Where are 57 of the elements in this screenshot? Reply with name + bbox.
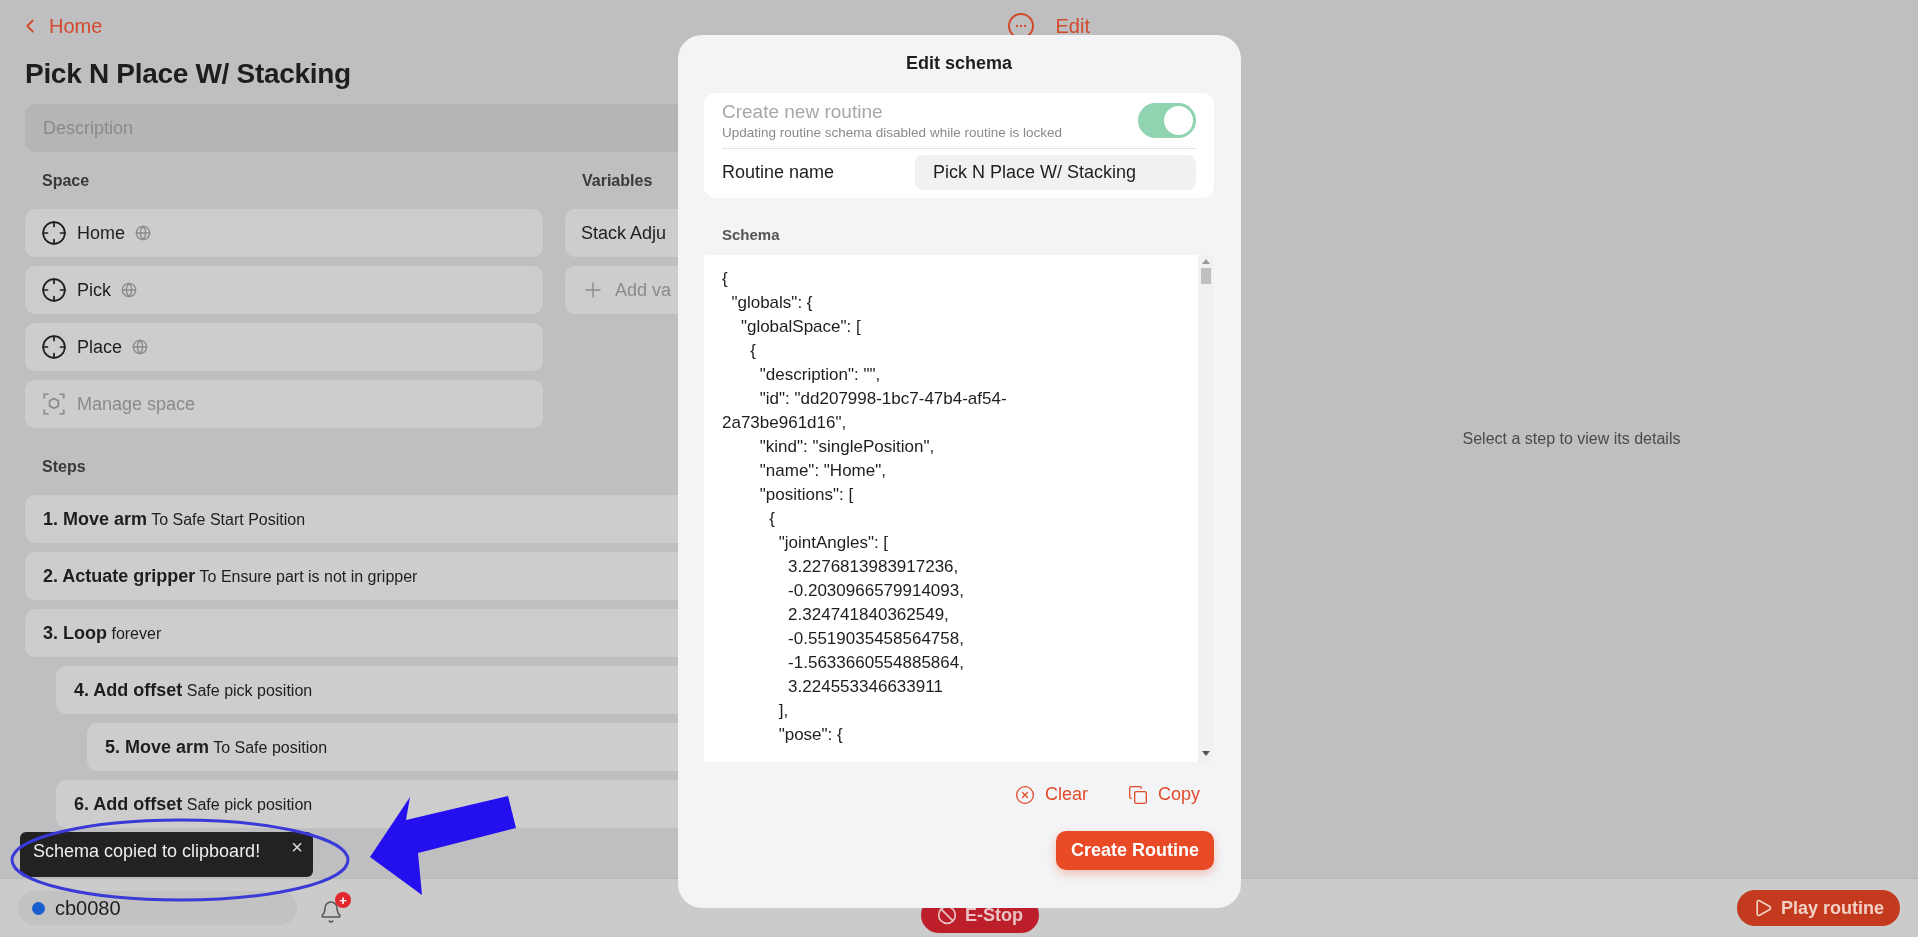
- routine-title: Pick N Place W/ Stacking: [25, 58, 351, 90]
- space-item[interactable]: Place: [25, 323, 543, 371]
- globe-icon: [135, 225, 151, 241]
- code-line: "globals": {: [730, 292, 814, 314]
- code-line: "globalSpace": [: [739, 316, 862, 338]
- space-item[interactable]: Home: [25, 209, 543, 257]
- code-line: 3.224553346633911: [787, 676, 944, 698]
- code-line: {: [749, 340, 758, 362]
- robot-status[interactable]: cb0080: [18, 891, 297, 925]
- clear-button[interactable]: Clear: [1014, 784, 1088, 805]
- code-line: -0.2030966579914093,: [787, 580, 965, 602]
- steps-heading: Steps: [42, 458, 86, 477]
- schema-label: Schema: [722, 226, 781, 243]
- code-line: 3.2276813983917236,: [787, 556, 960, 578]
- code-line: 2.324741840362549,: [787, 604, 950, 626]
- copy-button[interactable]: Copy: [1127, 784, 1200, 805]
- code-line: -1.5633660554885864,: [787, 652, 965, 674]
- routine-name-field[interactable]: Pick N Place W/ Stacking: [915, 155, 1196, 190]
- cube-scan-icon: [41, 391, 67, 417]
- code-line: "name": "Home",: [758, 460, 887, 482]
- create-routine-button[interactable]: Create Routine: [1055, 831, 1214, 870]
- clear-icon: [1014, 784, 1035, 805]
- schema-editor[interactable]: [704, 255, 1214, 762]
- code-line: "description": "",: [758, 364, 882, 386]
- code-line: "positions": [: [758, 484, 855, 506]
- empty-details-text: Select a step to view its details: [1462, 430, 1681, 448]
- code-line: 2a73be961d16",: [722, 412, 848, 434]
- scroll-thumb[interactable]: [1201, 268, 1211, 284]
- dialog-title: Edit schema: [904, 53, 1013, 75]
- close-button[interactable]: ×: [291, 836, 303, 859]
- crosshair-icon: [41, 277, 67, 303]
- space-item[interactable]: Pick: [25, 266, 543, 314]
- crosshair-icon: [41, 220, 67, 246]
- copy-icon: [1127, 784, 1148, 805]
- crosshair-icon: [41, 334, 67, 360]
- code-line: -0.5519035458564758,: [787, 628, 965, 650]
- play-routine-button[interactable]: Play routine: [1736, 890, 1900, 926]
- scroll-down-icon[interactable]: [1202, 751, 1210, 756]
- stop-icon: [937, 905, 957, 925]
- routine-name-label: Routine name: [722, 162, 835, 183]
- code-line: {: [768, 508, 776, 530]
- code-line: ],: [777, 700, 790, 722]
- code-line: "jointAngles": [: [777, 532, 890, 554]
- scrollbar[interactable]: [1198, 255, 1214, 762]
- code-line: "id": "dd207998-1bc7-47b4-af54-: [758, 388, 1008, 410]
- code-line: "kind": "singlePosition",: [758, 436, 936, 458]
- toggle-hint: Updating routine schema disabled while routine is locked: [722, 125, 1062, 140]
- globe-icon: [132, 339, 149, 355]
- code-line: {: [722, 268, 729, 290]
- space-heading: Space: [42, 172, 90, 191]
- notifications-button[interactable]: +: [319, 892, 351, 924]
- code-line: "pose": {: [777, 724, 844, 746]
- variables-heading: Variables: [582, 172, 653, 191]
- toast-message: Schema copied to clipboard!: [33, 841, 261, 862]
- toggle-label: Create new routine: [722, 101, 884, 123]
- scroll-up-icon[interactable]: [1202, 259, 1210, 264]
- globe-icon: [121, 282, 137, 298]
